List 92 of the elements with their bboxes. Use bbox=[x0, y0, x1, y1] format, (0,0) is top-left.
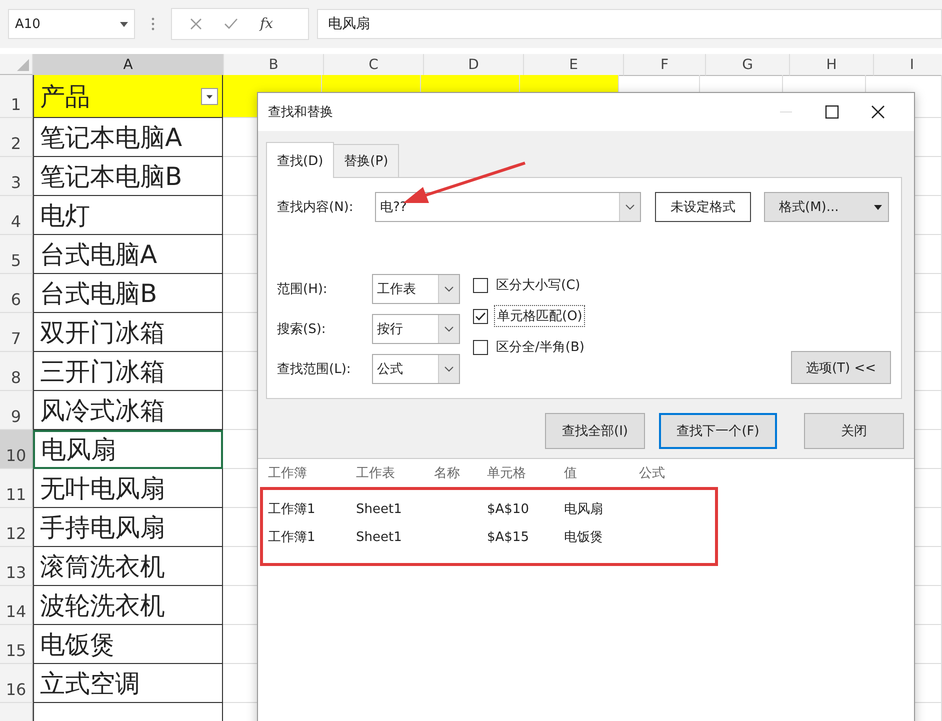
checkbox-label[interactable]: 区分大小写(C) bbox=[494, 275, 582, 295]
table-cell: 风冷式冰箱 bbox=[33, 391, 223, 430]
dropdown-button[interactable] bbox=[438, 275, 459, 303]
caret-icon bbox=[874, 204, 882, 210]
table-cell: 滚筒洗衣机 bbox=[33, 547, 223, 586]
tab[interactable]: 查找(D) bbox=[266, 142, 334, 178]
find-field[interactable]: 电?? bbox=[375, 192, 641, 222]
checkbox[interactable] bbox=[473, 278, 488, 292]
table-cell-text: 电饭煲 bbox=[564, 529, 604, 546]
select-field[interactable]: 按行 bbox=[372, 314, 460, 344]
table-cell: 波轮洗衣机 bbox=[33, 586, 223, 625]
row-header[interactable]: 5 bbox=[0, 235, 33, 274]
row-header[interactable]: 12 bbox=[0, 508, 33, 547]
table-cell-text: 电风扇 bbox=[564, 501, 604, 518]
table-cell-text: $A$15 bbox=[487, 530, 530, 544]
table-cell: 电饭煲 bbox=[33, 625, 223, 664]
dialog-button[interactable]: 查找下一个(F) bbox=[659, 413, 777, 449]
options-button[interactable]: 选项(T) << bbox=[791, 351, 891, 384]
table-cell: 笔记本电脑A bbox=[33, 118, 223, 157]
dialog-button[interactable]: 查找全部(I) bbox=[545, 413, 645, 449]
format-preview-button[interactable]: 未设定格式 bbox=[655, 192, 751, 222]
column-header[interactable]: 值 bbox=[564, 464, 639, 482]
table-cell: 立式空调 bbox=[33, 664, 223, 703]
column-header[interactable]: 工作簿 bbox=[268, 464, 356, 482]
table-cell-text: Sheet1 bbox=[356, 502, 403, 516]
chevron-icon bbox=[444, 326, 454, 332]
table-cell: 台式电脑A bbox=[33, 235, 223, 274]
row-header[interactable]: 3 bbox=[0, 157, 33, 196]
checkbox[interactable] bbox=[473, 308, 488, 324]
row-header[interactable]: 13 bbox=[0, 547, 33, 586]
dropdown-button[interactable] bbox=[438, 355, 459, 383]
function-button[interactable]: fx bbox=[260, 16, 274, 32]
select-field[interactable]: 工作表 bbox=[372, 274, 460, 304]
column-header[interactable]: 工作表 bbox=[356, 464, 434, 482]
row-header[interactable]: 8 bbox=[0, 352, 33, 391]
select-all-icon[interactable] bbox=[17, 59, 29, 71]
column-header[interactable]: F bbox=[624, 54, 706, 76]
dialog-button[interactable]: 关闭 bbox=[804, 413, 904, 449]
table-cell-text: $A$10 bbox=[487, 502, 530, 516]
field-label: 查找范围(L): bbox=[277, 361, 352, 378]
dialog-title: 查找和替换 bbox=[268, 104, 334, 121]
column-header[interactable]: A bbox=[33, 54, 224, 77]
checkbox-label[interactable]: 单元格匹配(O) bbox=[494, 305, 586, 327]
dropdown-button[interactable] bbox=[619, 193, 640, 221]
chevron-icon bbox=[444, 286, 454, 292]
row-header[interactable]: 11 bbox=[0, 469, 33, 508]
tab[interactable]: 替换(P) bbox=[333, 144, 400, 177]
table-cell: 台式电脑B bbox=[33, 274, 223, 313]
column-header[interactable]: I bbox=[874, 54, 942, 76]
column-header[interactable]: G bbox=[706, 54, 790, 76]
name-box[interactable]: A10 bbox=[8, 9, 135, 39]
format-button[interactable]: 格式(M)... bbox=[764, 192, 889, 222]
table-cell: 产品 bbox=[33, 75, 223, 118]
row-header[interactable]: 9 bbox=[0, 391, 33, 430]
row-header[interactable]: 7 bbox=[0, 313, 33, 352]
table-cell: 无叶电风扇 bbox=[33, 469, 223, 508]
dropdown-button[interactable] bbox=[438, 315, 459, 343]
checkbox[interactable] bbox=[473, 340, 488, 354]
table-cell: 笔记本电脑B bbox=[33, 157, 223, 196]
row-header[interactable]: 15 bbox=[0, 625, 33, 664]
table-cell: 三开门冰箱 bbox=[33, 352, 223, 391]
row-header[interactable]: 14 bbox=[0, 586, 33, 625]
checkbox-label[interactable]: 区分全/半角(B) bbox=[494, 337, 586, 357]
table-cell-text: Sheet1 bbox=[356, 530, 403, 544]
row-header[interactable]: 6 bbox=[0, 274, 33, 313]
column-header[interactable]: 单元格 bbox=[487, 464, 564, 482]
table-cell: 电灯 bbox=[33, 196, 223, 235]
formula-field[interactable]: 电风扇 bbox=[317, 9, 942, 39]
column-header[interactable]: 名称 bbox=[434, 464, 487, 482]
table-cell-text: 工作簿1 bbox=[268, 529, 316, 546]
filter-button[interactable] bbox=[201, 88, 218, 104]
cancel-icon[interactable] bbox=[190, 18, 202, 30]
field-label: 查找内容(N): bbox=[277, 199, 354, 216]
row-header[interactable]: 4 bbox=[0, 196, 33, 235]
chevron-icon bbox=[444, 366, 454, 372]
field-label: 搜索(S): bbox=[277, 321, 327, 338]
column-header[interactable]: 公式 bbox=[639, 464, 719, 482]
more-icon bbox=[151, 17, 155, 31]
select-field[interactable]: 公式 bbox=[372, 354, 460, 384]
table-cell: 双开门冰箱 bbox=[33, 313, 223, 352]
row-header[interactable]: 16 bbox=[0, 664, 33, 703]
column-header[interactable]: H bbox=[790, 54, 874, 76]
caret-icon bbox=[120, 22, 128, 26]
chevron-icon bbox=[625, 204, 635, 210]
row-header[interactable]: 10 bbox=[0, 430, 33, 469]
table-cell: 手持电风扇 bbox=[33, 508, 223, 547]
row-header[interactable]: 2 bbox=[0, 118, 33, 157]
table-cell: 电风扇 bbox=[33, 430, 223, 469]
row-header[interactable]: 1 bbox=[0, 75, 33, 118]
check-icon[interactable] bbox=[224, 18, 238, 30]
field-label: 范围(H): bbox=[277, 281, 328, 298]
table-cell-text: 工作簿1 bbox=[268, 501, 316, 518]
